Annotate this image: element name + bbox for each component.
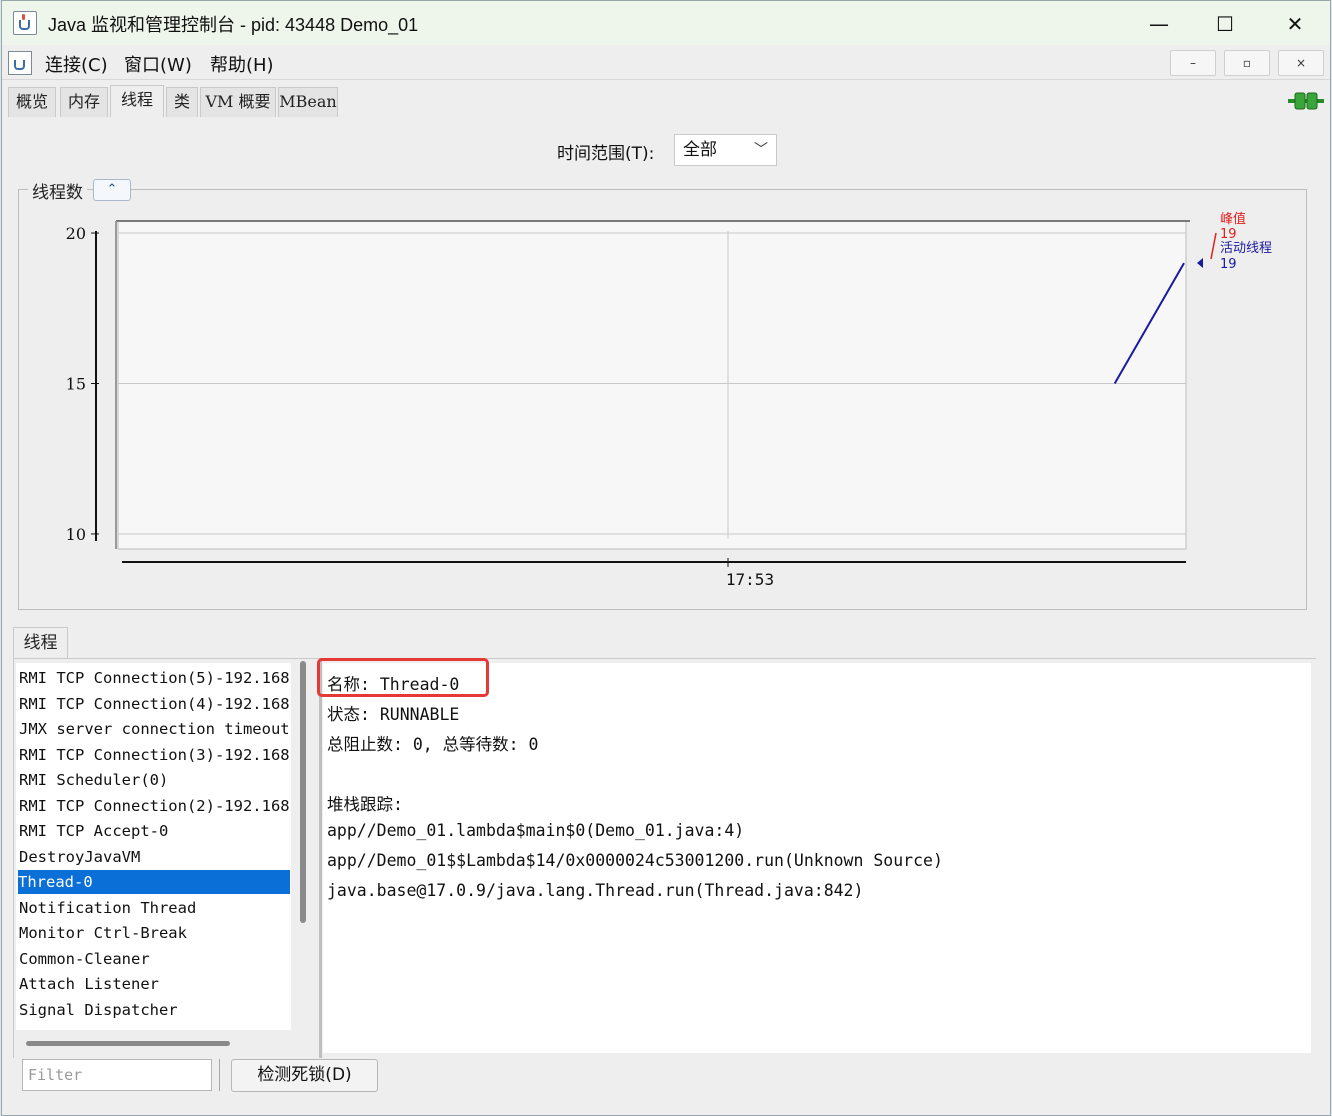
- legend-peak-value: 19: [1220, 227, 1237, 242]
- thread-list-item[interactable]: RMI TCP Connection(3)-192.168.: [19, 743, 291, 767]
- thread-list-item[interactable]: JMX server connection timeout: [19, 717, 290, 741]
- thread-filter-input[interactable]: [22, 1059, 212, 1091]
- detect-deadlock-button[interactable]: 检测死锁(D): [231, 1059, 378, 1092]
- thread-detail-panel: 名称: Thread-0 状态: RUNNABLE 总阻止数: 0, 总等待数:…: [323, 663, 1311, 1053]
- thread-list-item[interactable]: RMI TCP Connection(5)-192.168.: [19, 666, 291, 690]
- thread-list-item[interactable]: Thread-0: [18, 870, 290, 894]
- x-tick-label: 17:53: [726, 570, 774, 589]
- stack-frame: app//Demo_01$$Lambda$14/0x0000024c530012…: [327, 851, 943, 870]
- stack-frame: java.base@17.0.9/java.lang.Thread.run(Th…: [327, 881, 864, 900]
- thread-list-horizontal-scrollbar[interactable]: [26, 1041, 230, 1046]
- thread-list-item[interactable]: Attach Listener: [19, 972, 159, 996]
- y-tick-label: 20: [66, 224, 86, 243]
- thread-count-chart: 20151017:53峰值19活动线程19: [66, 211, 1272, 589]
- thread-list[interactable]: RMI TCP Connection(5)-192.168. RMI TCP Co…: [16, 663, 291, 1030]
- split-pane-divider[interactable]: [319, 658, 322, 1058]
- plot-area: [117, 220, 1187, 550]
- annotation-highlight-box: [317, 658, 489, 697]
- stack-trace-label: 堆栈跟踪:: [327, 795, 403, 814]
- thread-list-item[interactable]: RMI Scheduler(0): [19, 768, 168, 792]
- legend-peak-marker: [1210, 232, 1217, 260]
- tab-thread-list[interactable]: 线程: [13, 627, 68, 659]
- thread-counts-line: 总阻止数: 0, 总等待数: 0: [327, 735, 539, 754]
- y-tick-label: 10: [66, 525, 86, 544]
- thread-list-vertical-scrollbar[interactable]: [300, 661, 306, 923]
- thread-list-item[interactable]: RMI TCP Connection(4)-192.168.: [19, 692, 291, 716]
- divider: [219, 1059, 220, 1091]
- thread-state-line: 状态: RUNNABLE: [327, 705, 460, 724]
- thread-list-item[interactable]: DestroyJavaVM: [19, 845, 140, 869]
- thread-list-item[interactable]: Notification Thread: [19, 896, 196, 920]
- thread-list-item[interactable]: RMI TCP Connection(2)-192.168.: [19, 794, 291, 818]
- legend-peak-label: 峰值: [1220, 211, 1246, 227]
- legend-active-label: 活动线程: [1220, 241, 1272, 256]
- stack-frame: app//Demo_01.lambda$main$0(Demo_01.java:…: [327, 821, 745, 840]
- thread-list-item[interactable]: Monitor Ctrl-Break: [19, 921, 187, 945]
- thread-list-item[interactable]: Signal Dispatcher: [19, 998, 178, 1022]
- thread-list-item[interactable]: Common-Cleaner: [19, 947, 150, 971]
- legend-active-value: 19: [1220, 257, 1237, 272]
- legend-active-marker: [1197, 258, 1203, 268]
- thread-list-item[interactable]: RMI TCP Accept-0: [19, 819, 168, 843]
- main-window: Java 监视和管理控制台 - pid: 43448 Demo_01 — ☐ ✕…: [1, 0, 1331, 1116]
- y-tick-label: 15: [66, 374, 86, 393]
